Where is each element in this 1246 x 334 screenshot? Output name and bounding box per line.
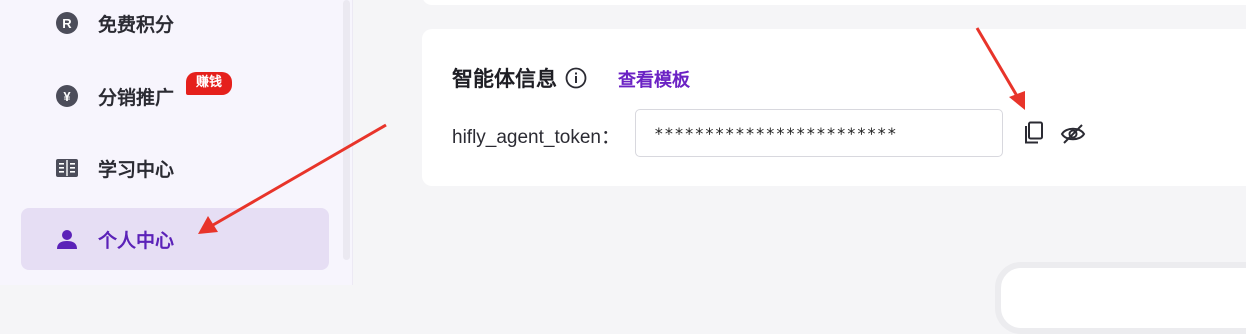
token-label: hifly_agent_token： bbox=[452, 127, 620, 148]
bottom-panel bbox=[995, 262, 1246, 334]
sidebar-item-label: 分销推广 bbox=[98, 86, 175, 109]
token-field[interactable] bbox=[635, 109, 1003, 157]
copy-icon[interactable] bbox=[1022, 121, 1044, 145]
sidebar-item-label: 免费积分 bbox=[98, 13, 175, 36]
eye-off-icon[interactable] bbox=[1060, 122, 1086, 146]
sidebar-item-affiliate[interactable]: ¥ 分销推广 bbox=[21, 65, 329, 127]
info-icon[interactable] bbox=[565, 67, 587, 89]
agent-info-title-text: 智能体信息 bbox=[452, 67, 557, 91]
sidebar-item-label: 个人中心 bbox=[98, 229, 175, 252]
previous-card bbox=[422, 0, 1246, 5]
book-icon bbox=[56, 157, 78, 179]
sidebar: R 免费积分 ¥ 分销推广 赚钱 学习中心 个人中心 bbox=[0, 0, 353, 285]
sidebar-item-learning[interactable]: 学习中心 bbox=[21, 137, 329, 199]
sidebar-scrollbar[interactable] bbox=[343, 0, 350, 260]
yen-coin-icon: ¥ bbox=[56, 85, 78, 107]
sidebar-item-free-points[interactable]: R 免费积分 bbox=[21, 0, 329, 54]
earn-money-badge: 赚钱 bbox=[186, 72, 233, 95]
agent-info-card: 智能体信息 查看模板 hifly_agent_token： bbox=[422, 29, 1246, 186]
agent-info-title: 智能体信息 bbox=[452, 63, 587, 93]
yen-coin-icon-glyph: ¥ bbox=[56, 85, 78, 107]
user-icon bbox=[56, 228, 78, 250]
sidebar-item-profile[interactable]: 个人中心 bbox=[21, 208, 329, 270]
view-template-link[interactable]: 查看模板 bbox=[618, 66, 690, 92]
r-coin-icon-glyph: R bbox=[56, 12, 78, 34]
sidebar-item-label: 学习中心 bbox=[98, 158, 175, 181]
r-coin-icon: R bbox=[56, 12, 78, 34]
